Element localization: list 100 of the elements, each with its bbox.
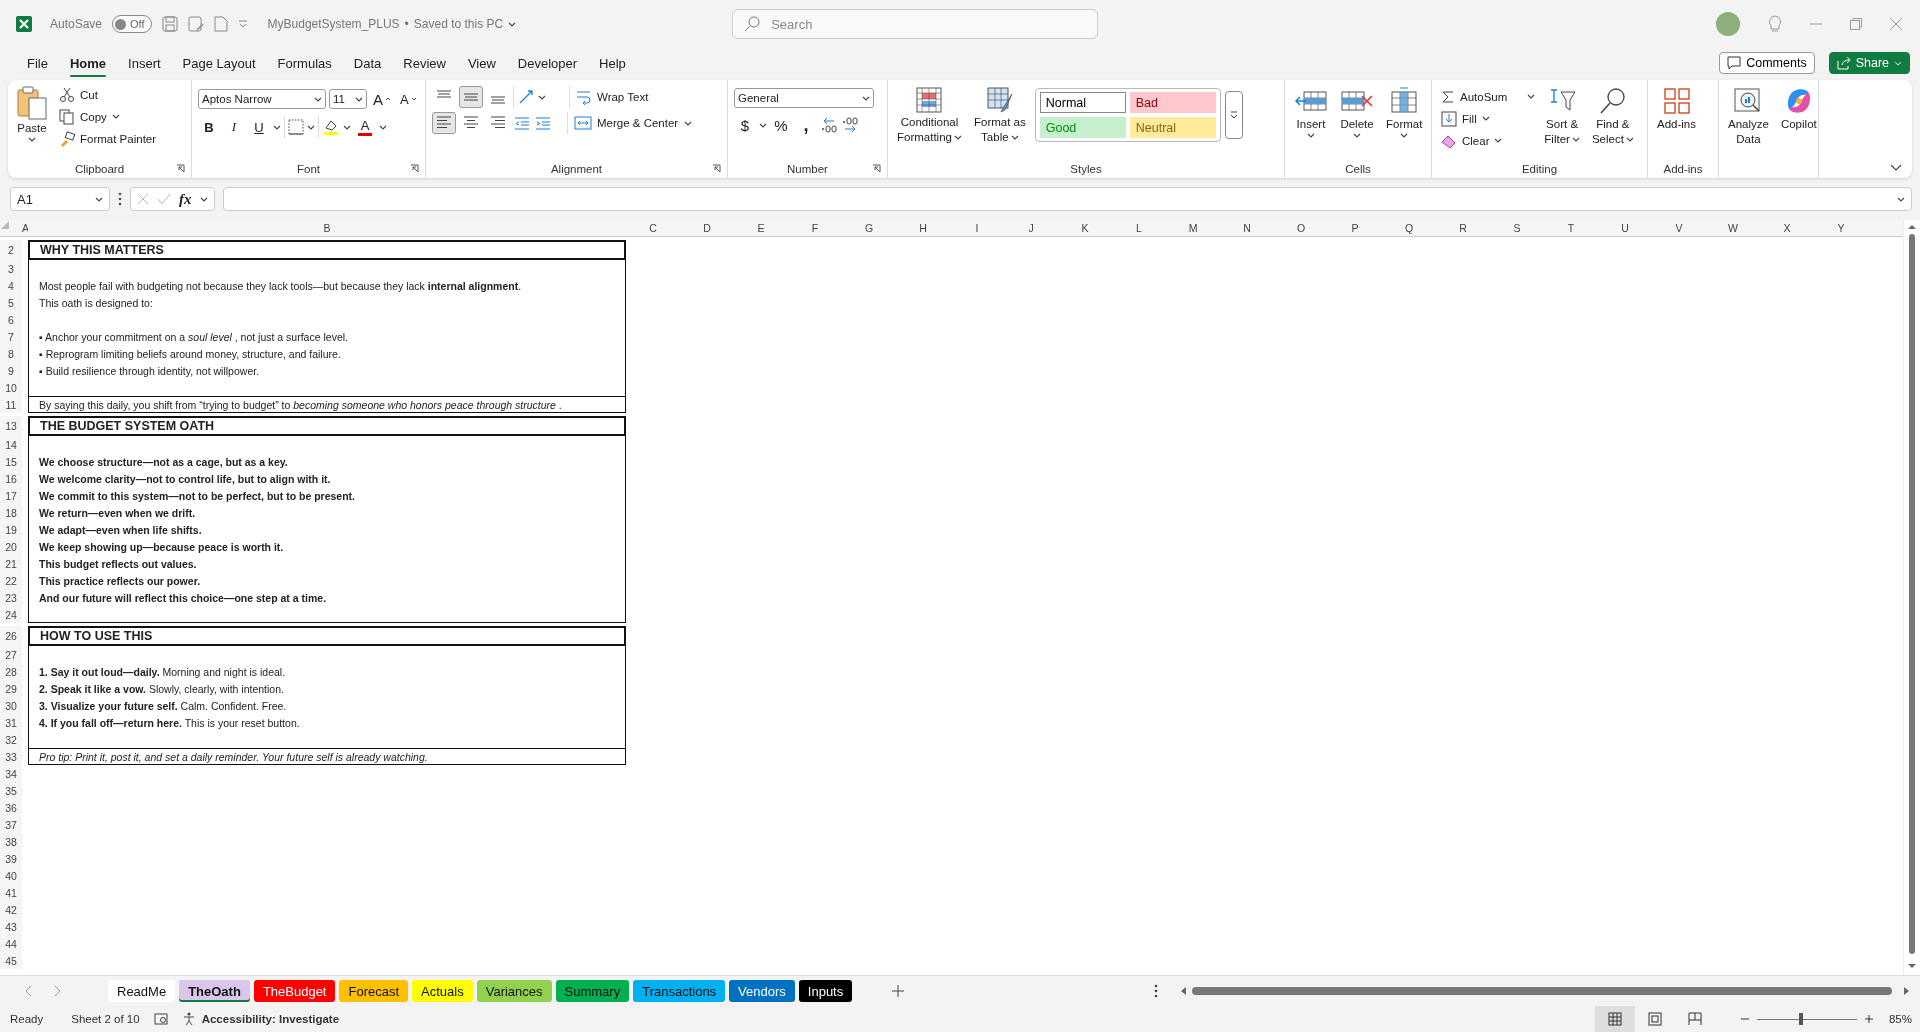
row-header[interactable]: 9	[0, 362, 22, 379]
column-header[interactable]: T	[1544, 220, 1598, 236]
row-header[interactable]: 32	[0, 731, 22, 748]
paintbrush-icon[interactable]	[59, 130, 75, 147]
sheet-tab[interactable]: ReadMe	[108, 980, 176, 1002]
analyze-data-button[interactable]: Analyze Data	[1725, 84, 1772, 148]
sheet-tab[interactable]: Vendors	[729, 980, 795, 1002]
row-header[interactable]: 35	[0, 782, 22, 799]
row-header[interactable]: 26	[0, 626, 22, 646]
row-header[interactable]: 20	[0, 538, 22, 555]
column-header[interactable]: U	[1598, 220, 1652, 236]
menu-tab[interactable]: Review	[394, 51, 455, 75]
cell-style[interactable]: Bad	[1129, 92, 1216, 113]
accessibility-status[interactable]: Accessibility: Investigate	[201, 1013, 340, 1025]
grid-icon[interactable]	[1661, 86, 1692, 116]
row-header[interactable]: 3	[0, 260, 22, 277]
search-icon[interactable]	[1597, 86, 1628, 116]
caret-icon[interactable]	[355, 96, 363, 102]
table-brush-icon[interactable]	[985, 86, 1014, 114]
name-box[interactable]: A1	[10, 187, 110, 211]
row-header[interactable]: 43	[0, 918, 22, 935]
menu-tab[interactable]: Developer	[508, 51, 587, 75]
add-ins-button[interactable]: Add-ins	[1654, 84, 1699, 133]
menu-tab[interactable]: Insert	[119, 51, 170, 75]
zoom-out-icon[interactable]	[1740, 1015, 1749, 1023]
delete-button[interactable]: Delete	[1337, 84, 1377, 140]
previous-icon[interactable]	[24, 985, 32, 997]
dialog-launcher-icon[interactable]	[712, 164, 721, 173]
format-as-table-button[interactable]: Format as Table	[970, 84, 1029, 146]
column-header[interactable]: N	[1220, 220, 1274, 236]
caret-icon[interactable]	[508, 21, 517, 27]
dialog-launcher-icon[interactable]	[872, 164, 881, 173]
sheet-tab[interactable]: Summary	[555, 980, 630, 1002]
row-header[interactable]: 28	[0, 663, 22, 680]
row-header[interactable]: 45	[0, 952, 22, 969]
insert-button[interactable]: Insert	[1291, 84, 1331, 140]
dialog-launcher-icon[interactable]	[176, 164, 185, 173]
dialog-launcher-icon[interactable]	[410, 164, 419, 173]
menu-tab[interactable]: Page Layout	[173, 51, 265, 75]
fill-color-icon[interactable]	[322, 118, 340, 136]
expand-icon[interactable]	[1229, 111, 1238, 119]
caret-icon[interactable]	[1571, 137, 1580, 142]
column-header[interactable]: C	[626, 220, 680, 236]
currency-button[interactable]: $	[734, 114, 756, 136]
percent-button[interactable]: %	[770, 114, 792, 136]
close-icon[interactable]	[1890, 18, 1902, 30]
caret-icon[interactable]	[1481, 116, 1490, 121]
find-select-button[interactable]: Find & Select	[1588, 84, 1637, 148]
table-highlight-icon[interactable]	[915, 86, 944, 114]
column-header[interactable]: V	[1652, 220, 1706, 236]
sheet-tab[interactable]: Forecast	[339, 980, 409, 1002]
column-header[interactable]: L	[1112, 220, 1166, 236]
caret-icon[interactable]	[759, 122, 767, 128]
autosave-toggle[interactable]: Off	[112, 15, 152, 33]
bold-button[interactable]: B	[198, 116, 220, 138]
check-icon[interactable]	[157, 193, 171, 205]
caret-icon[interactable]	[1897, 196, 1905, 202]
autosum-button[interactable]: AutoSum	[1438, 86, 1511, 107]
menu-tab[interactable]: Help	[590, 51, 635, 75]
cell-style[interactable]: Neutral	[1129, 117, 1216, 138]
caret-icon[interactable]	[1625, 137, 1634, 142]
column-header[interactable]: D	[680, 220, 734, 236]
caret-icon[interactable]	[307, 124, 315, 130]
caret-icon[interactable]	[410, 97, 417, 101]
view-button[interactable]	[1594, 1006, 1635, 1032]
column-header[interactable]: K	[1058, 220, 1112, 236]
column-header[interactable]: S	[1490, 220, 1544, 236]
font-color-button[interactable]: A	[354, 116, 376, 138]
normal-view-icon[interactable]	[1607, 1012, 1622, 1026]
row-header[interactable]: 8	[0, 345, 22, 362]
column-header[interactable]: H	[896, 220, 950, 236]
caret-icon[interactable]	[862, 95, 870, 101]
wrap-text-button[interactable]: Wrap Text	[573, 86, 652, 108]
workbook-statistics-icon[interactable]	[153, 1013, 168, 1025]
caret-icon[interactable]	[1010, 135, 1019, 140]
clipboard-icon[interactable]	[17, 86, 47, 120]
row-header[interactable]: 22	[0, 572, 22, 589]
comma-style-button[interactable]: ,	[795, 114, 817, 136]
search-field[interactable]: Search	[732, 9, 1099, 39]
fill-down-icon[interactable]	[1441, 110, 1457, 127]
document-title[interactable]: MyBudgetSystem_PLUS • Saved to this PC	[267, 17, 517, 31]
row-header[interactable]: 33	[0, 748, 22, 765]
column-header[interactable]: P	[1328, 220, 1382, 236]
caret-icon[interactable]	[1400, 133, 1409, 138]
row-header[interactable]: 40	[0, 867, 22, 884]
sheet-tab[interactable]: TheOath	[179, 980, 250, 1002]
column-header[interactable]: B	[28, 220, 626, 236]
row-header[interactable]: 36	[0, 799, 22, 816]
grow-font-button[interactable]: A	[370, 88, 394, 110]
next-icon[interactable]	[54, 985, 62, 997]
caret-icon[interactable]	[385, 97, 391, 101]
caret-icon[interactable]	[199, 196, 208, 202]
row-header[interactable]: 15	[0, 453, 22, 470]
row-header[interactable]: 38	[0, 833, 22, 850]
row-header[interactable]: 30	[0, 697, 22, 714]
column-header[interactable]: F	[788, 220, 842, 236]
number-format-field[interactable]: General	[734, 88, 874, 108]
sort-filter-button[interactable]: Sort & Filter	[1541, 84, 1583, 148]
orientation-icon[interactable]	[517, 88, 535, 106]
zoom-level[interactable]: 85%	[1888, 1013, 1912, 1025]
